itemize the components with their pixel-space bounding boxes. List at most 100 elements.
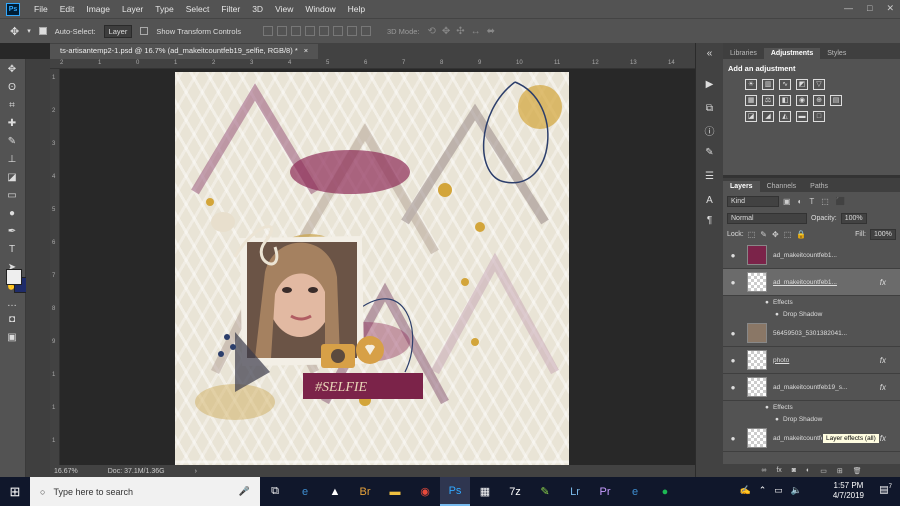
channel-mixer-icon[interactable]: ⊕ [813, 95, 825, 106]
align-vcenter-icon[interactable] [276, 26, 287, 36]
align-hcenter-icon[interactable] [318, 26, 329, 36]
align-right-icon[interactable] [332, 26, 343, 36]
tab-libraries[interactable]: Libraries [723, 48, 764, 59]
zoom-level[interactable]: 16.67% [54, 468, 78, 475]
sliders-icon[interactable]: ☰ [703, 171, 716, 184]
task-view-icon[interactable]: ⧉ [260, 477, 290, 506]
lightroom-icon[interactable]: Lr [560, 477, 590, 506]
new-adjustment-icon[interactable]: ◐ [806, 467, 810, 474]
status-menu-icon[interactable]: › [195, 468, 197, 475]
layer-fx-icon[interactable]: fx [880, 278, 886, 287]
bridge-icon[interactable]: Br [350, 477, 380, 506]
taskbar-search[interactable]: ○ Type here to search 🎤 [30, 477, 260, 506]
invert-icon[interactable]: ◪ [745, 111, 757, 122]
tab-channels[interactable]: Channels [760, 181, 804, 192]
pencil-app-icon[interactable]: ✎ [530, 477, 560, 506]
layer-fx-icon[interactable]: fx [880, 383, 886, 392]
new-layer-icon[interactable]: ⊞ [837, 467, 843, 475]
menu-window[interactable]: Window [299, 4, 341, 14]
align-left-icon[interactable] [304, 26, 315, 36]
dodge-icon[interactable]: ● [4, 205, 20, 221]
close-tab-icon[interactable]: × [304, 46, 308, 57]
brush-settings-icon[interactable]: ✎ [703, 147, 716, 160]
visibility-eye-icon[interactable]: ● [727, 329, 739, 338]
pen-tray-icon[interactable]: ✍ [740, 485, 751, 496]
3d-tools-icon[interactable]: ⟲✥✣↔⬌ [428, 26, 502, 37]
layer-row-selected[interactable]: ● ad_makeitcountfeb1... fx [723, 269, 900, 296]
network-icon[interactable]: ▭ [774, 485, 783, 496]
edge-icon[interactable]: e [290, 477, 320, 506]
menu-layer[interactable]: Layer [116, 4, 149, 14]
calculator-icon[interactable]: ▦ [470, 477, 500, 506]
windows-start-icon[interactable]: ⊞ [0, 477, 30, 506]
distribute-icon[interactable] [346, 26, 357, 36]
photo-filter-icon[interactable]: ◉ [796, 95, 808, 106]
taskbar-clock[interactable]: 1:57 PM 4/7/2019 [833, 481, 864, 501]
chevron-up-icon[interactable]: ⌃ [759, 485, 767, 496]
menu-select[interactable]: Select [180, 4, 216, 14]
scrapbook-artwork[interactable]: #SELFIE [175, 72, 569, 468]
paragraph-icon[interactable]: ¶ [703, 215, 716, 228]
screen-mode-icon[interactable]: ▣ [4, 329, 20, 345]
tab-styles[interactable]: Styles [820, 48, 853, 59]
drop-shadow-eye-icon[interactable]: ● [775, 311, 779, 318]
menu-type[interactable]: Type [149, 4, 179, 14]
minimize-icon[interactable]: — [844, 3, 853, 14]
move-tool-icon[interactable]: ✥ [10, 25, 19, 38]
volume-icon[interactable]: 🔈 [791, 485, 802, 496]
crop-icon[interactable]: ⌗ [4, 97, 20, 113]
visibility-eye-icon[interactable]: ● [727, 434, 739, 443]
layer-row[interactable]: ● 56459503_5301382041... [723, 320, 900, 347]
photos-icon[interactable]: ▲ [320, 477, 350, 506]
layer-row[interactable]: ● photo fx [723, 347, 900, 374]
distribute-2-icon[interactable] [360, 26, 371, 36]
layer-fx-icon[interactable]: fx [880, 434, 886, 443]
add-mask-icon[interactable]: ◙ [792, 467, 796, 474]
layer-row[interactable]: ● ad_makeitcountfeb19_s... fx [723, 374, 900, 401]
effects-eye-icon[interactable]: ● [765, 404, 769, 411]
quick-mask-icon[interactable]: ◘ [4, 311, 20, 327]
fill-field[interactable]: 100% [870, 228, 896, 240]
edge-2-icon[interactable]: e [620, 477, 650, 506]
visibility-eye-icon[interactable]: ● [727, 356, 739, 365]
maximize-icon[interactable]: □ [867, 3, 872, 14]
opacity-field[interactable]: 100% [840, 212, 867, 224]
align-bottom-icon[interactable] [290, 26, 301, 36]
7zip-icon[interactable]: 7z [500, 477, 530, 506]
blend-mode-dropdown[interactable]: Normal [727, 212, 807, 224]
lock-options-icon[interactable]: ⬚✎✥⬚🔒 [748, 230, 811, 239]
tab-adjustments[interactable]: Adjustments [763, 48, 821, 59]
add-style-icon[interactable]: fx [776, 467, 781, 474]
healing-icon[interactable]: ✚ [4, 115, 20, 131]
pen-icon[interactable]: ✒ [4, 223, 20, 239]
align-top-icon[interactable] [262, 26, 273, 36]
tab-layers[interactable]: Layers [723, 181, 760, 192]
tool-preset-icon[interactable]: ▾ [27, 27, 31, 35]
auto-select-dropdown[interactable]: Layer [103, 24, 133, 38]
spotify-icon[interactable]: ● [650, 477, 680, 506]
effects-eye-icon[interactable]: ● [765, 299, 769, 306]
visibility-eye-icon[interactable]: ● [727, 251, 739, 260]
layer-name[interactable]: ad_makeitcountfeb1... [773, 252, 853, 259]
type-icon[interactable]: T [4, 241, 20, 257]
move-icon[interactable]: ✥ [4, 61, 20, 77]
history-icon[interactable]: ⧉ [703, 103, 716, 116]
paragraph-styles-icon[interactable]: A [703, 195, 716, 208]
tab-paths[interactable]: Paths [803, 181, 835, 192]
properties-icon[interactable]: ⓘ [703, 123, 716, 138]
brightness-contrast-icon[interactable]: ☀ [745, 79, 757, 90]
posterize-icon[interactable]: ◢ [762, 111, 774, 122]
link-layers-icon[interactable]: ∞ [761, 467, 766, 474]
black-white-icon[interactable]: ◧ [779, 95, 791, 106]
menu-3d[interactable]: 3D [246, 4, 269, 14]
layer-name[interactable]: ad_makeitcountfeb1... [773, 279, 853, 286]
new-group-icon[interactable]: ▭ [820, 467, 827, 475]
layer-fx-icon[interactable]: fx [880, 356, 886, 365]
selective-color-icon[interactable]: □ [813, 111, 825, 122]
drop-shadow-eye-icon[interactable]: ● [775, 416, 779, 423]
document-tab[interactable]: ts-artisantemp2-1.psd @ 16.7% (ad_makeit… [50, 44, 319, 59]
premiere-icon[interactable]: Pr [590, 477, 620, 506]
menu-file[interactable]: File [28, 4, 54, 14]
collapse-arrows-icon[interactable]: « [703, 48, 716, 61]
color-lookup-icon[interactable]: ▤ [830, 95, 842, 106]
